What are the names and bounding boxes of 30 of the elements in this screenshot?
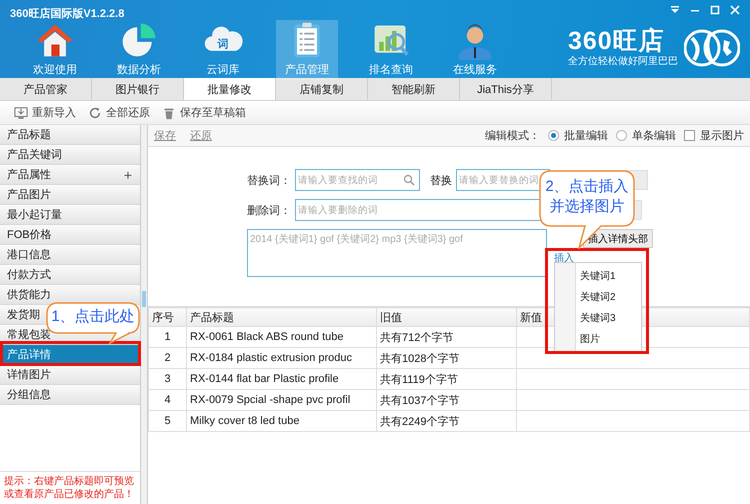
column-header: 产品标题	[186, 308, 376, 326]
table-cell: 共有1119个字节	[376, 368, 516, 390]
table-cell: 共有1028个字节	[376, 348, 516, 368]
table-cell: 5	[148, 410, 186, 432]
hint-text: 提示：右键产品标题即可预览或查看原产品已修改的产品！	[0, 471, 140, 504]
table-cell: 2	[148, 348, 186, 368]
table-cell: Milky cover t8 led tube	[186, 410, 376, 432]
table-cell: 4	[148, 390, 186, 410]
checkbox-label: 显示图片	[700, 129, 744, 143]
table-cell: 共有1037个字节	[376, 390, 516, 410]
column-header: 旧值	[376, 308, 516, 326]
table-cell: RX-0184 plastic extrusion produc	[186, 348, 376, 368]
field-label: 替换	[430, 174, 452, 188]
mode-label: 编辑模式：	[485, 129, 540, 143]
table-cell: RX-0144 flat bar Plastic profile	[186, 368, 376, 390]
radio-label: 批量编辑	[564, 129, 608, 143]
window-title: 360旺店国际版V1.2.2.8	[10, 6, 124, 20]
table-cell: 1	[148, 326, 186, 348]
table-cell: RX-0079 Spcial -shape pvc profil	[186, 390, 376, 410]
sidebar-label: 产品属性	[7, 168, 51, 182]
table-cell: 3	[148, 368, 186, 390]
field-label: 替换词：	[247, 174, 291, 188]
table-cell: RX-0061 Black ABS round tube	[186, 326, 376, 348]
table-cell: 共有2249个字节	[376, 410, 516, 432]
column-header: 序号	[148, 308, 186, 326]
field-label: 删除词：	[247, 204, 291, 218]
brand-name: 360旺店	[568, 28, 665, 54]
slogan: 全方位轻松做好阿里巴巴	[568, 54, 678, 68]
radio-label: 单条编辑	[632, 129, 676, 143]
table-cell: 共有712个字节	[376, 326, 516, 348]
